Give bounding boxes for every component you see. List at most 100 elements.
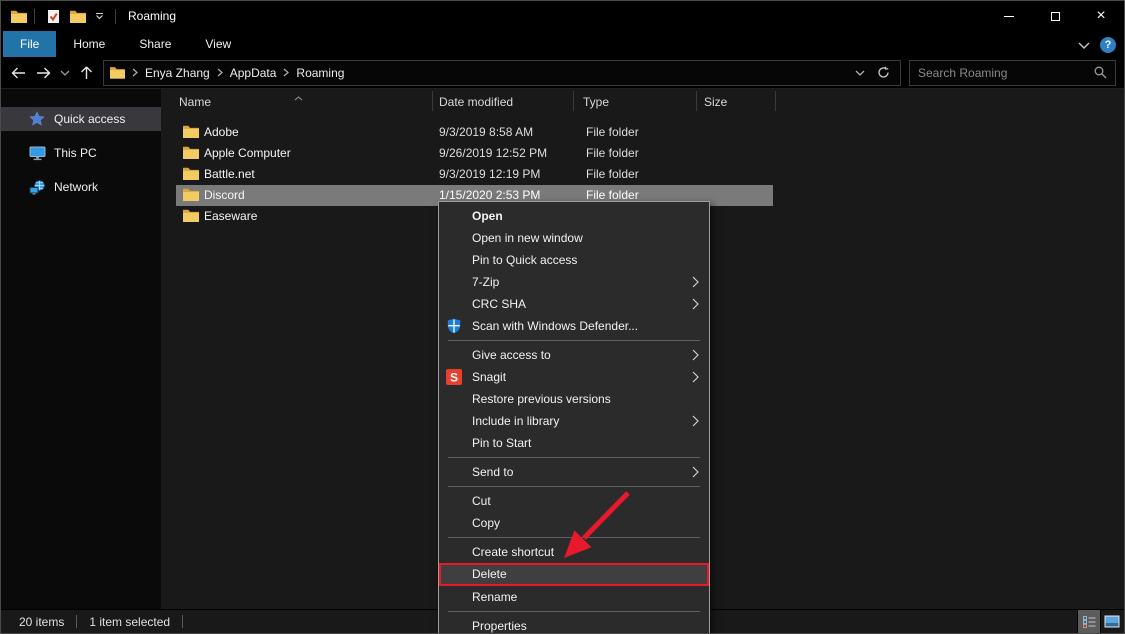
titlebar: Roaming × — [1, 1, 1124, 31]
minimize-button[interactable] — [986, 1, 1032, 31]
close-button[interactable]: × — [1078, 1, 1124, 31]
column-divider[interactable] — [775, 91, 776, 111]
submenu-arrow-icon — [692, 371, 699, 383]
context-menu-item[interactable]: S Create shortcut — [439, 541, 709, 563]
network-icon — [29, 180, 46, 195]
ribbon-tab[interactable]: File — [3, 31, 56, 57]
column-divider[interactable] — [696, 91, 697, 111]
search-input[interactable] — [918, 66, 1094, 80]
refresh-icon[interactable] — [877, 66, 890, 79]
new-folder-quick-button[interactable] — [70, 10, 86, 23]
file-row[interactable]: Apple Computer 9/26/2019 12:52 PM File f… — [176, 143, 773, 164]
file-name: Apple Computer — [204, 146, 291, 160]
context-menu-item-label: Snagit — [472, 370, 506, 384]
maximize-icon — [1051, 12, 1060, 21]
context-menu-item[interactable]: S Properties — [439, 615, 709, 634]
context-menu-item-label: Cut — [472, 494, 491, 508]
context-menu-item[interactable]: S Include in library — [439, 410, 709, 432]
breadcrumb-item[interactable]: Roaming — [296, 66, 344, 80]
context-menu-item-label: Copy — [472, 516, 500, 530]
window-title: Roaming — [128, 9, 176, 23]
context-menu-item[interactable]: S Scan with Windows Defender... — [439, 315, 709, 337]
search-icon[interactable] — [1094, 66, 1107, 79]
recent-locations-chevron-icon[interactable] — [57, 60, 73, 86]
ribbon-collapse-chevron-icon[interactable] — [1078, 42, 1090, 49]
context-menu-item[interactable]: S Pin to Quick access — [439, 249, 709, 271]
qat-customize-chevron-icon[interactable] — [95, 12, 104, 20]
statusbar-divider — [76, 615, 77, 628]
context-menu-item[interactable]: S Copy — [439, 512, 709, 534]
help-button[interactable]: ? — [1100, 37, 1116, 53]
file-row[interactable]: Adobe 9/3/2019 8:58 AM File folder — [176, 122, 773, 143]
context-menu-item[interactable]: S Give access to — [439, 344, 709, 366]
explorer-window: Roaming × File Home Share View ? — [0, 0, 1125, 634]
details-view-button[interactable] — [1077, 610, 1100, 633]
context-menu-item: S — [448, 611, 700, 612]
address-dropdown-chevron-icon[interactable] — [855, 70, 865, 76]
windows-defender-icon — [446, 318, 462, 334]
context-menu-item-label: Include in library — [472, 414, 559, 428]
sidebar-item[interactable]: Network — [1, 175, 161, 199]
context-menu: S Open S Open in new window — [438, 201, 710, 634]
sidebar-item[interactable]: This PC — [1, 141, 161, 165]
column-header-type[interactable]: Type — [583, 95, 609, 109]
back-button[interactable] — [5, 60, 31, 86]
context-menu-item: S — [448, 457, 700, 458]
context-menu-item-label: Properties — [472, 619, 527, 633]
submenu-arrow-icon — [692, 298, 699, 310]
forward-button[interactable] — [31, 60, 57, 86]
column-divider[interactable] — [573, 91, 574, 111]
context-menu-item-label: Restore previous versions — [472, 392, 611, 406]
context-menu-item-label: Open in new window — [472, 231, 583, 245]
quick-access-star-icon — [29, 111, 46, 127]
breadcrumb-item[interactable]: AppData — [230, 66, 277, 80]
context-menu-item[interactable]: S Pin to Start — [439, 432, 709, 454]
properties-quick-button[interactable] — [47, 9, 60, 24]
statusbar-divider — [182, 615, 183, 628]
context-menu-item[interactable]: S Snagit — [439, 366, 709, 388]
context-menu-item-label: 7-Zip — [472, 275, 499, 289]
ribbon-tab[interactable]: View — [188, 31, 248, 57]
context-menu-item[interactable]: S Rename — [439, 586, 709, 608]
folder-icon — [183, 209, 199, 222]
large-icons-view-button[interactable] — [1100, 610, 1123, 633]
file-row[interactable]: Battle.net 9/3/2019 12:19 PM File folder — [176, 164, 773, 185]
context-menu-item-label: Create shortcut — [472, 545, 554, 559]
context-menu-item-label: Pin to Start — [472, 436, 531, 450]
ribbon-tab[interactable]: Home — [56, 31, 122, 57]
close-icon: × — [1096, 8, 1105, 24]
sidebar-item[interactable]: Quick access — [1, 107, 161, 131]
app-folder-icon — [11, 10, 27, 23]
context-menu-item[interactable]: S CRC SHA — [439, 293, 709, 315]
context-menu-item[interactable]: S Send to — [439, 461, 709, 483]
context-menu-item-label: Open — [472, 209, 503, 223]
sidebar-item-label: This PC — [54, 146, 97, 160]
file-date-modified: 9/3/2019 12:19 PM — [439, 167, 540, 181]
ribbon-tab[interactable]: Share — [122, 31, 188, 57]
folder-icon — [183, 188, 199, 201]
breadcrumb-chevron-icon — [283, 68, 289, 77]
context-menu-item[interactable]: S Delete — [439, 563, 709, 586]
submenu-arrow-icon — [692, 276, 699, 288]
file-name: Battle.net — [204, 167, 255, 181]
context-menu-item: S — [448, 537, 700, 538]
context-menu-item[interactable]: S 7-Zip — [439, 271, 709, 293]
folder-icon — [183, 167, 199, 180]
up-button[interactable] — [73, 60, 99, 86]
folder-icon — [183, 146, 199, 159]
breadcrumb-chevron-icon — [132, 68, 138, 77]
column-divider[interactable] — [432, 91, 433, 111]
breadcrumb-item[interactable]: Enya Zhang — [145, 66, 210, 80]
context-menu-item[interactable]: S Restore previous versions — [439, 388, 709, 410]
context-menu-item[interactable]: S Cut — [439, 490, 709, 512]
context-menu-item[interactable]: S Open in new window — [439, 227, 709, 249]
address-box[interactable]: Enya Zhang AppData Roaming — [103, 60, 901, 86]
context-menu-item[interactable]: S Open — [439, 205, 709, 227]
maximize-button[interactable] — [1032, 1, 1078, 31]
column-header-date-modified[interactable]: Date modified — [439, 95, 513, 109]
column-header-name[interactable]: Name — [179, 95, 211, 109]
submenu-arrow-icon — [692, 466, 699, 478]
column-header-size[interactable]: Size — [704, 95, 727, 109]
titlebar-divider — [115, 9, 116, 24]
context-menu-item-label: Give access to — [472, 348, 551, 362]
